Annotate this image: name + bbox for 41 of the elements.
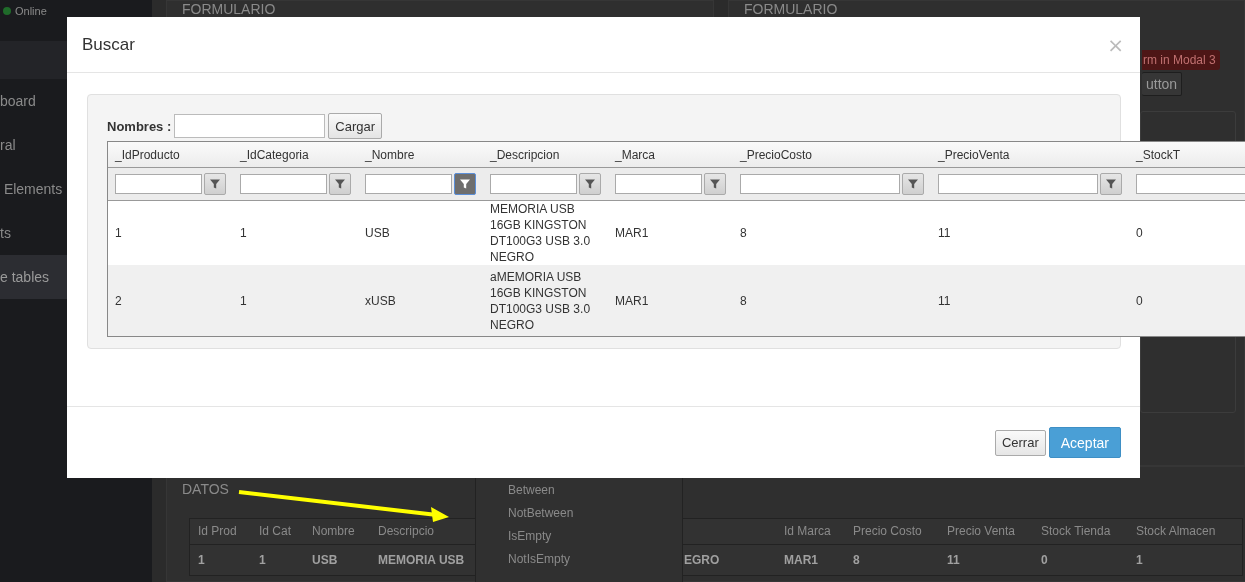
column-header: Descripcio [377,523,435,540]
column-header: Id Marca [783,523,832,540]
table-cell-text: aMEMORIA USB 16GB KINGSTON DT100G3 USB 3.0 NEGRO [489,268,592,334]
field-label: Nombres : [107,118,172,134]
panel-title: DATOS [182,481,229,497]
table-cell-text: USB [311,552,339,569]
table-cell-text: 8 [852,552,861,569]
table-cell-text: 1 [239,292,248,310]
table-cell-text: 1 [1135,552,1144,569]
column-header: Stock Tienda [1040,523,1112,540]
table-cell-text: 11 [937,292,952,310]
table-cell-text: 11 [937,225,952,242]
table-cell-text: 2 [114,292,123,310]
table-cell-text: MEMORIA USB [377,552,466,569]
badge: rm in Modal 3 [1142,50,1220,70]
table-cell-text: 1 [239,225,248,242]
column-header: Precio Venta [946,523,1017,540]
table-cell-text: xUSB [364,292,397,310]
table-cell-text: 1 [197,552,206,569]
table-cell-text: 1 [258,552,267,569]
column-header: Nombre [311,523,356,540]
table-cell-text: 1 [114,225,123,242]
table-cell-text: 0 [1040,552,1049,569]
status-label: Online [15,5,47,17]
table-cell-text: 8 [739,292,748,310]
table-cell-text: MAR1 [783,552,819,569]
column-header: Id Cat [258,523,292,540]
table-cell-text: EGRO [683,552,721,569]
table-cell-text: 8 [739,225,748,242]
table-cell-text: 11 [946,552,961,569]
table-cell-text: 0 [1135,225,1144,242]
table-cell-text: MAR1 [614,225,650,242]
column-header: Stock Almacen [1135,523,1217,540]
table-cell-text: MAR1 [614,292,650,310]
panel-title: FORMULARIO [743,1,839,17]
column-header: Id Prod [197,523,238,540]
panel-title: FORMULARIO [181,1,277,17]
table-cell-text: USB [364,225,391,242]
modal-title: Buscar [82,34,135,55]
table-cell-text: 0 [1135,292,1144,310]
column-header: Precio Costo [852,523,923,540]
